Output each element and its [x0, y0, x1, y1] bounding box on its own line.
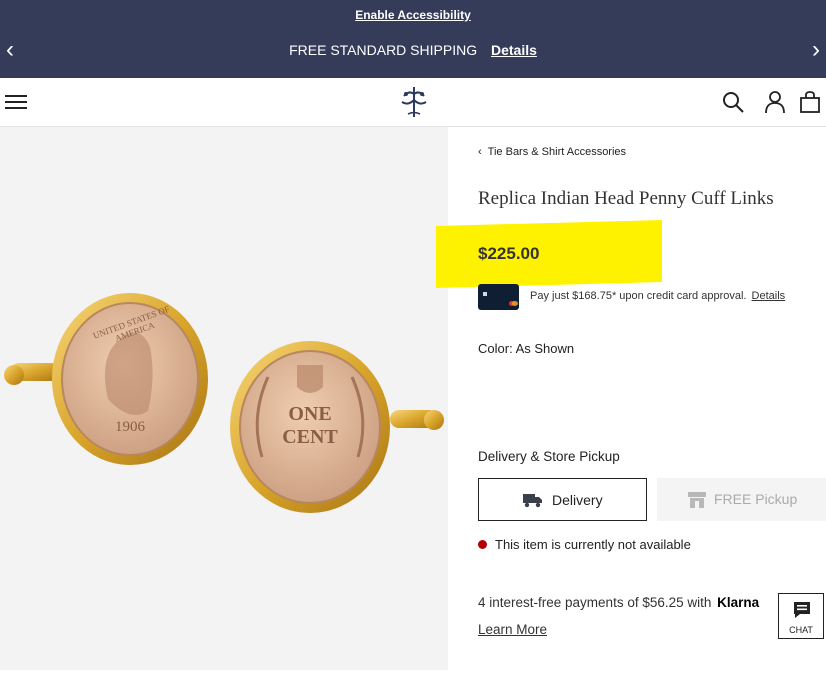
credit-card-offer-text: Pay just $168.75* upon credit card appro… — [530, 290, 747, 302]
chat-bubble-icon — [794, 602, 810, 618]
delivery-button-label: Delivery — [552, 492, 603, 508]
chevron-right-icon[interactable]: › — [812, 38, 820, 62]
color-selection: Color: As Shown — [478, 341, 575, 356]
availability-text: This item is currently not available — [495, 537, 691, 552]
klarna-offer: 4 interest-free payments of $56.25 with … — [478, 595, 759, 610]
breadcrumb-label: Tie Bars & Shirt Accessories — [487, 146, 627, 158]
promo-banner: Enable Accessibility ‹ FREE STANDARD SHI… — [0, 0, 826, 78]
site-header — [0, 78, 826, 127]
price-highlight — [436, 220, 662, 288]
klarna-logo: Klarna — [717, 595, 760, 610]
credit-card-offer: Pay just $168.75* upon credit card appro… — [530, 290, 785, 302]
coin-right-line1: ONE — [288, 403, 332, 425]
product-details-panel: ‹ Tie Bars & Shirt Accessories Replica In… — [436, 127, 826, 670]
shipping-details-link[interactable]: Details — [491, 42, 537, 58]
enable-accessibility-link[interactable]: Enable Accessibility — [0, 8, 826, 22]
chevron-left-icon: ‹ — [478, 146, 482, 158]
coin-left-year: 1906 — [115, 419, 145, 435]
product-price: $225.00 — [478, 244, 540, 263]
store-icon — [688, 492, 706, 508]
brand-logo[interactable] — [398, 84, 430, 120]
bag-icon[interactable] — [798, 90, 822, 114]
truck-icon — [523, 494, 542, 508]
breadcrumb[interactable]: ‹ Tie Bars & Shirt Accessories — [478, 146, 626, 158]
availability-status: This item is currently not available — [478, 537, 691, 552]
klarna-text: 4 interest-free payments of $56.25 with — [478, 595, 712, 610]
status-dot-icon — [478, 540, 487, 549]
account-icon[interactable] — [763, 90, 787, 114]
credit-card-icon — [478, 284, 519, 310]
search-icon[interactable] — [721, 90, 745, 114]
menu-icon[interactable] — [5, 95, 27, 109]
coin-right-line2: CENT — [282, 426, 338, 448]
shipping-promo: FREE STANDARD SHIPPING Details — [0, 42, 826, 58]
chat-label: CHAT — [789, 625, 813, 635]
chat-button[interactable]: CHAT — [778, 593, 824, 639]
delivery-button[interactable]: Delivery — [478, 478, 647, 521]
pickup-button-label: FREE Pickup — [714, 491, 798, 507]
pickup-button[interactable]: FREE Pickup — [657, 478, 826, 521]
credit-card-details-link[interactable]: Details — [752, 290, 786, 302]
product-title: Replica Indian Head Penny Cuff Links — [478, 188, 774, 209]
product-image[interactable]: UNITED STATES OF AMERICA 1906 ONE CENT — [0, 127, 448, 670]
delivery-heading: Delivery & Store Pickup — [478, 449, 620, 464]
learn-more-link[interactable]: Learn More — [478, 622, 547, 637]
cufflinks-illustration — [4, 293, 444, 513]
shipping-promo-text: FREE STANDARD SHIPPING — [289, 42, 478, 58]
